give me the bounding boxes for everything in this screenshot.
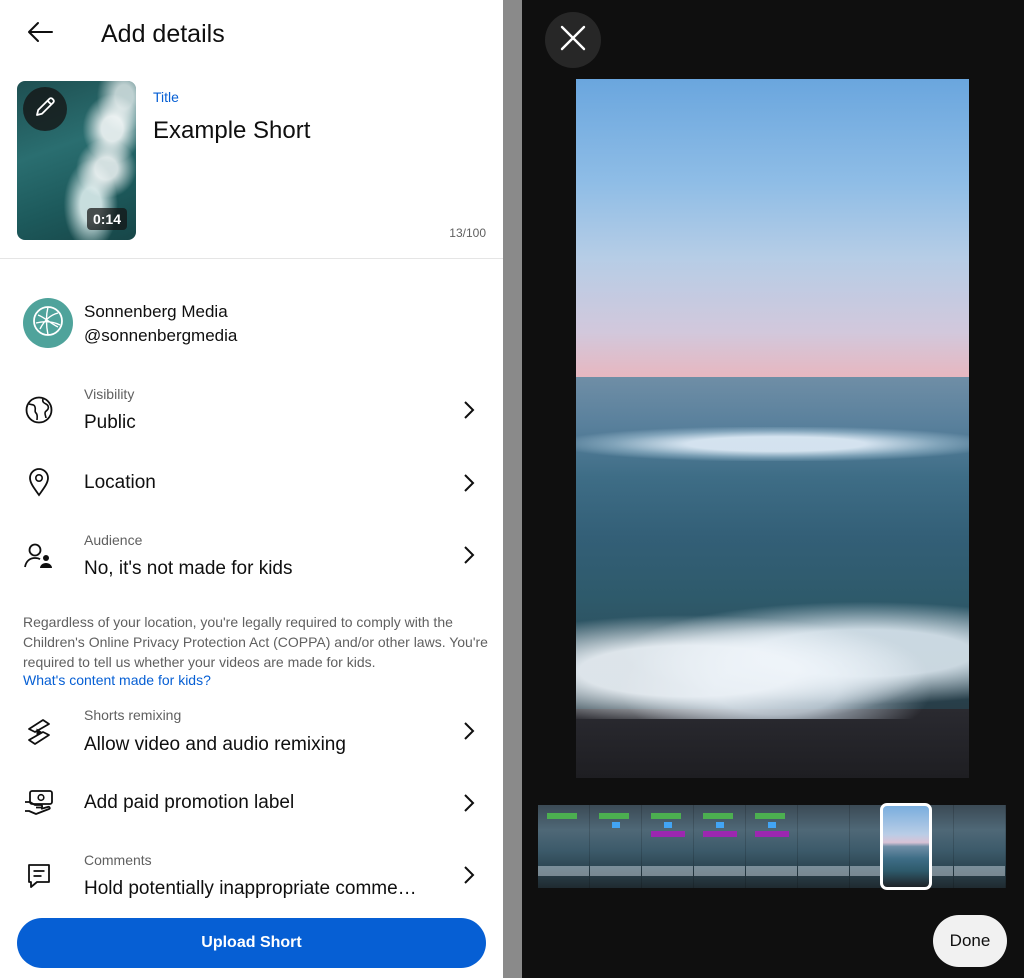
chevron-right-icon: [460, 865, 478, 885]
video-thumbnail[interactable]: 0:14: [17, 81, 136, 240]
remixing-label: Shorts remixing: [84, 707, 182, 723]
wave-foam: [576, 599, 969, 719]
chevron-right-icon: [460, 473, 478, 493]
filmstrip-frame: [694, 805, 746, 888]
comments-row[interactable]: Comments Hold potentially inappropriate …: [0, 846, 503, 906]
thumbnail-picker-panel: Done: [522, 0, 1024, 978]
frame-filmstrip[interactable]: [538, 805, 1007, 888]
visibility-value: Public: [84, 412, 136, 433]
location-pin-icon: [23, 466, 55, 498]
audience-row[interactable]: Audience No, it's not made for kids: [0, 526, 503, 586]
globe-icon: [23, 394, 55, 426]
location-value: Location: [84, 472, 156, 493]
comments-value: Hold potentially inappropriate comme…: [84, 878, 417, 899]
channel-handle: @sonnenbergmedia: [84, 326, 238, 345]
video-frame-preview: [576, 79, 969, 778]
paid-promotion-row[interactable]: Add paid promotion label: [0, 782, 503, 826]
chevron-right-icon: [460, 721, 478, 741]
visibility-row[interactable]: Visibility Public: [0, 380, 503, 442]
pencil-icon: [32, 94, 58, 125]
arrow-back-icon: [26, 20, 54, 49]
done-button[interactable]: Done: [933, 915, 1007, 967]
chevron-right-icon: [460, 793, 478, 813]
sky: [576, 79, 969, 377]
chevron-right-icon: [460, 545, 478, 565]
shorts-remix-icon: [23, 716, 55, 748]
coppa-notice: Regardless of your location, you're lega…: [23, 614, 488, 670]
chevron-right-icon: [460, 400, 478, 420]
wave-foam: [576, 427, 969, 461]
audience-icon: [23, 540, 55, 572]
paid-promotion-value: Add paid promotion label: [84, 792, 295, 813]
comment-icon: [23, 860, 55, 892]
close-icon: [560, 25, 586, 56]
frame-selector-handle[interactable]: [880, 803, 932, 890]
made-for-kids-link[interactable]: What's content made for kids?: [23, 672, 211, 688]
panel-separator: [503, 0, 522, 978]
filmstrip-frame: [538, 805, 590, 888]
duration-badge: 0:14: [86, 208, 127, 230]
leaf-logo-icon: [30, 303, 66, 344]
audience-value: No, it's not made for kids: [84, 558, 293, 579]
filmstrip-frame: [954, 805, 1006, 888]
close-button[interactable]: [545, 12, 601, 68]
filmstrip-frame: [746, 805, 798, 888]
title-char-count: 13/100: [449, 226, 486, 240]
filmstrip-frame: [590, 805, 642, 888]
edit-thumbnail-button[interactable]: [23, 87, 67, 131]
channel-avatar: [23, 298, 73, 348]
back-button[interactable]: [20, 16, 60, 52]
page-title: Add details: [101, 20, 225, 48]
divider: [0, 258, 503, 259]
visibility-label: Visibility: [84, 386, 135, 402]
filmstrip-frame: [798, 805, 850, 888]
add-details-panel: Add details 0:14 Title Example Short 13/…: [0, 0, 503, 978]
filmstrip-frame: [642, 805, 694, 888]
beach-sand: [576, 709, 969, 778]
upload-short-button[interactable]: Upload Short: [17, 918, 486, 968]
channel-name: Sonnenberg Media: [84, 302, 228, 321]
title-input[interactable]: Example Short: [153, 117, 310, 145]
remixing-value: Allow video and audio remixing: [84, 734, 346, 755]
title-label: Title: [153, 89, 179, 105]
remixing-row[interactable]: Shorts remixing Allow video and audio re…: [0, 702, 503, 762]
audience-label: Audience: [84, 532, 143, 548]
paid-promotion-icon: [23, 786, 55, 818]
location-row[interactable]: Location: [0, 462, 503, 506]
comments-label: Comments: [84, 852, 152, 868]
